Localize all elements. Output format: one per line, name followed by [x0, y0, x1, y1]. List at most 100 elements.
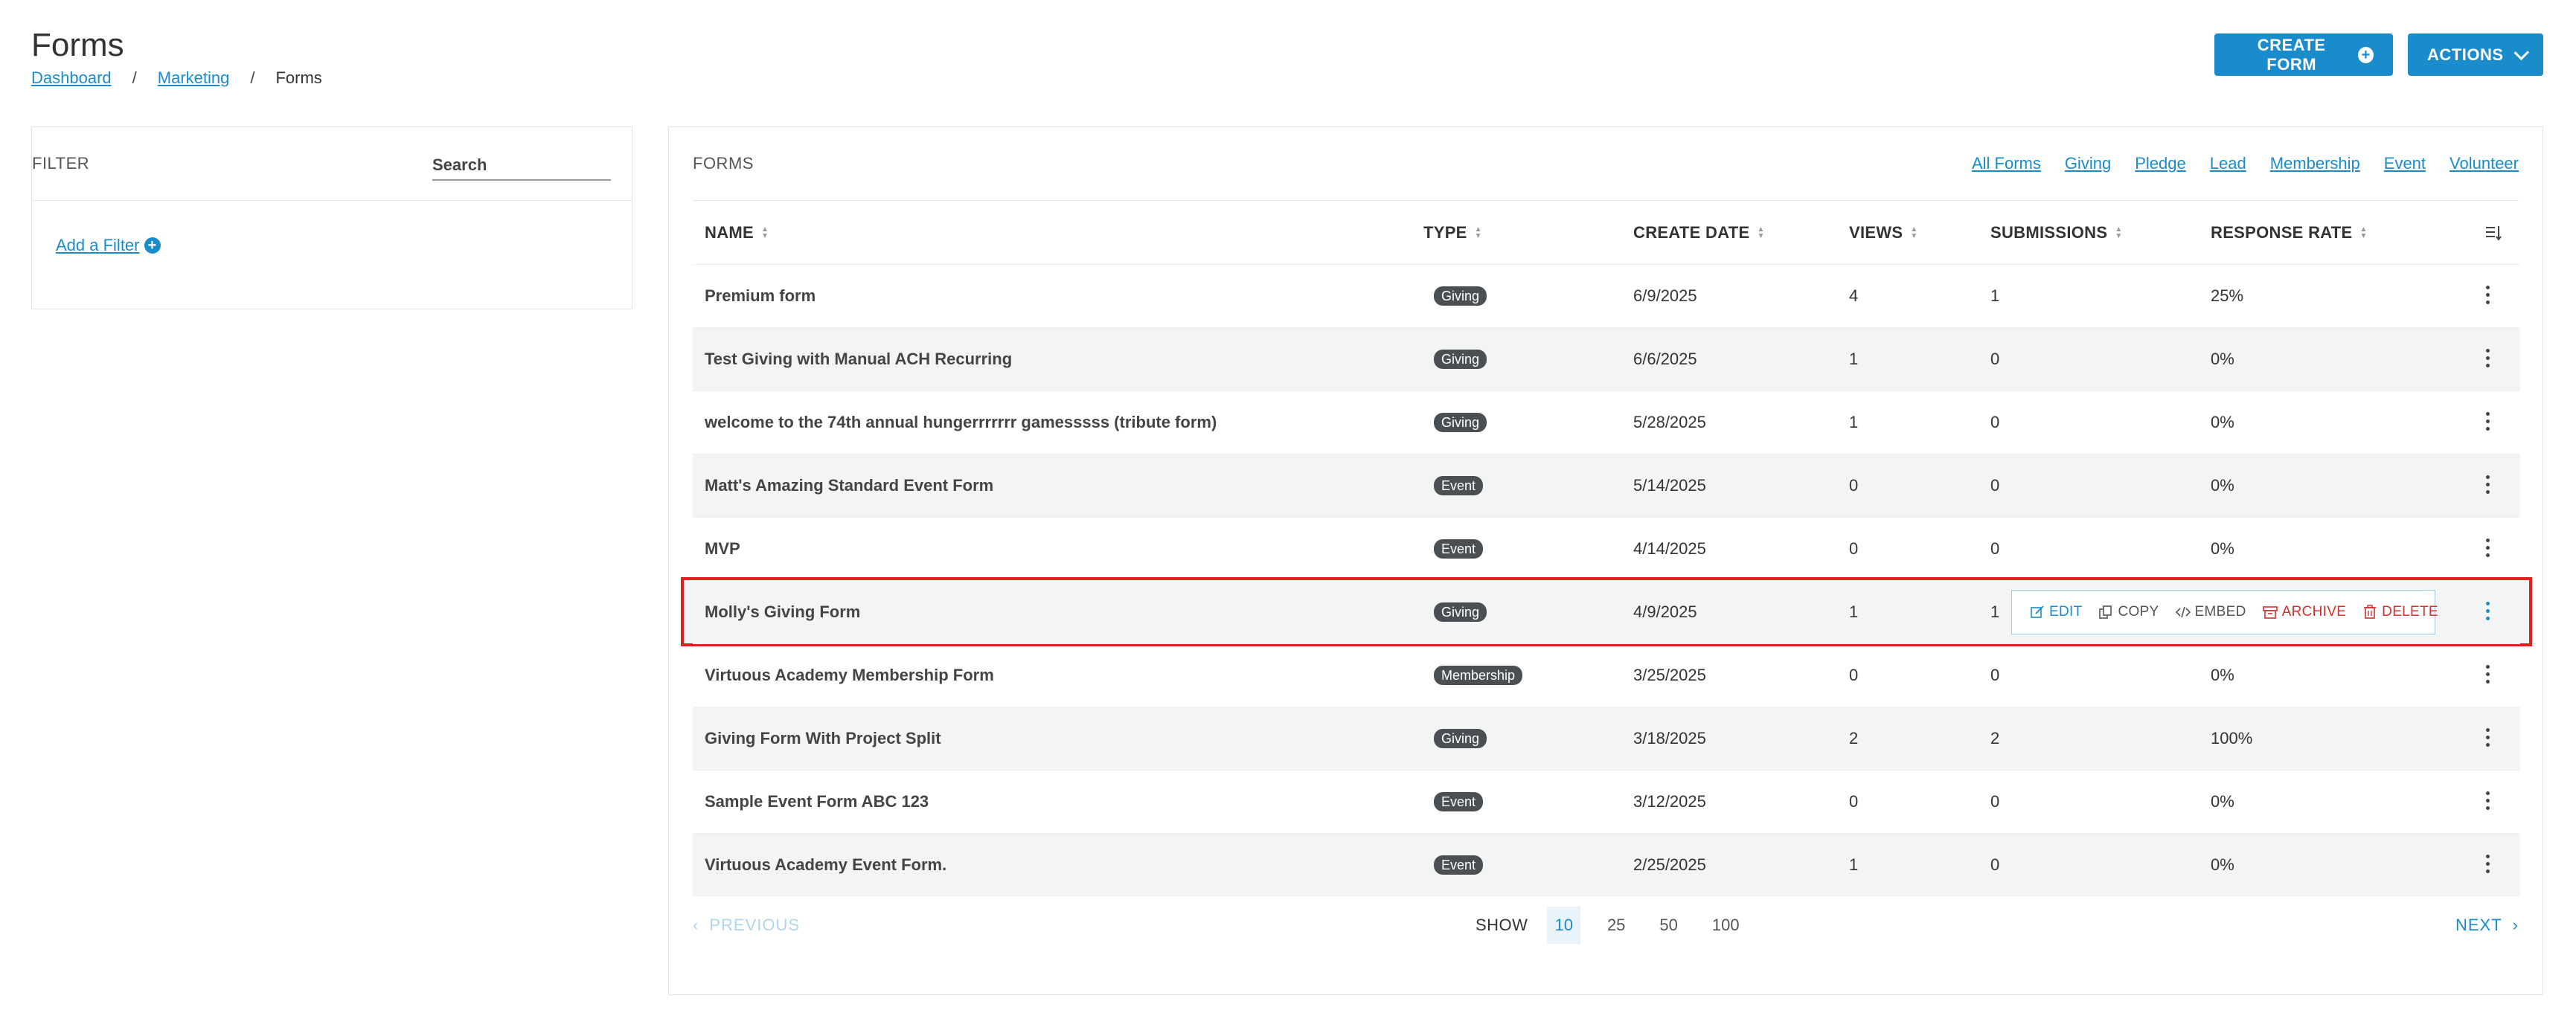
more-options-icon[interactable] [2486, 349, 2490, 367]
form-name[interactable]: MVP [705, 518, 740, 580]
form-type: Event [1434, 834, 1484, 896]
sort-icon: ▲ ▼ [1474, 225, 1482, 240]
table-row[interactable]: Giving Form With Project Split Giving 3/18… [693, 707, 2520, 770]
table-row[interactable]: Virtuous Academy Membership Form Membersh… [693, 643, 2520, 707]
type-filter-giving[interactable]: Giving [2065, 154, 2111, 173]
form-type: Giving [1434, 707, 1487, 770]
more-options-icon[interactable] [2486, 412, 2490, 431]
table-row[interactable]: MVP Event 4/14/2025 0 0 0% [693, 517, 2520, 580]
form-type: Event [1434, 771, 1484, 833]
type-filter-pledge[interactable]: Pledge [2135, 154, 2186, 173]
create-form-label: CREATE FORM [2257, 35, 2326, 74]
page-size-25[interactable]: 25 [1600, 907, 1633, 944]
actions-button[interactable]: ACTIONS [2408, 33, 2543, 76]
more-options-icon[interactable] [2486, 286, 2490, 304]
form-name[interactable]: Matt's Amazing Standard Event Form [705, 454, 993, 517]
type-filter-volunteer[interactable]: Volunteer [2450, 154, 2519, 173]
page-size-10[interactable]: 10 [1547, 907, 1580, 944]
table-row[interactable]: Molly's Giving Form Giving 4/9/2025 1 1 EDIT C… [681, 577, 2532, 646]
column-header-create-date[interactable]: CREATE DATE ▲ ▼ [1633, 223, 1765, 242]
previous-button[interactable]: ‹ PREVIOUS [693, 916, 800, 935]
form-name[interactable]: welcome to the 74th annual hungerrrrrrr … [705, 391, 1217, 454]
create-date: 5/28/2025 [1633, 413, 1706, 431]
submissions-count: 0 [1990, 413, 2000, 431]
response-rate: 25% [2211, 286, 2244, 305]
form-name[interactable]: Molly's Giving Form [705, 581, 860, 643]
views-count: 1 [1849, 413, 1859, 431]
breadcrumb-dashboard[interactable]: Dashboard [31, 68, 112, 88]
table-row[interactable]: Matt's Amazing Standard Event Form Event 5… [693, 454, 2520, 517]
archive-action-button[interactable]: ARCHIVE [2262, 604, 2347, 620]
column-settings-icon[interactable] [2484, 224, 2502, 242]
create-date: 4/14/2025 [1633, 539, 1706, 558]
sort-icon: ▲ ▼ [1757, 225, 1765, 240]
response-rate: 0% [2211, 792, 2234, 811]
type-badge: Giving [1434, 729, 1487, 748]
copy-icon [2098, 605, 2113, 620]
filter-panel: FILTER Add a Filter + [31, 126, 632, 309]
type-badge: Event [1434, 476, 1484, 495]
column-header-response-rate[interactable]: RESPONSE RATE ▲ ▼ [2211, 223, 2368, 242]
next-button[interactable]: NEXT › [2455, 916, 2519, 935]
table-row[interactable]: welcome to the 74th annual hungerrrrrrr … [693, 390, 2520, 454]
trash-icon [2362, 605, 2377, 620]
table-row[interactable]: Sample Event Form ABC 123 Event 3/12/2025 0… [693, 770, 2520, 833]
page-size-50[interactable]: 50 [1652, 907, 1685, 944]
type-badge: Giving [1434, 602, 1487, 622]
divider [32, 200, 632, 201]
response-rate: 0% [2211, 476, 2234, 495]
more-options-icon[interactable] [2486, 728, 2490, 747]
more-options-icon[interactable] [2486, 538, 2490, 557]
action-label: COPY [2118, 604, 2159, 620]
form-name[interactable]: Virtuous Academy Event Form. [705, 834, 946, 896]
submissions-count: 1 [1990, 286, 2000, 305]
views-count: 1 [1849, 350, 1859, 368]
breadcrumb: Dashboard / Marketing / Forms [31, 68, 322, 88]
type-filter-lead[interactable]: Lead [2210, 154, 2246, 173]
copy-action-button[interactable]: COPY [2098, 604, 2159, 620]
type-filter-event[interactable]: Event [2384, 154, 2426, 173]
breadcrumb-marketing[interactable]: Marketing [158, 68, 230, 88]
submissions-count: 0 [1990, 792, 2000, 811]
response-rate: 0% [2211, 666, 2234, 684]
column-header-views[interactable]: VIEWS ▲ ▼ [1849, 223, 1918, 242]
more-options-icon[interactable] [2486, 602, 2490, 620]
column-header-type[interactable]: TYPE ▲ ▼ [1423, 223, 1482, 242]
table-row[interactable]: Premium form Giving 6/9/2025 4 1 25% [693, 264, 2520, 327]
action-label: DELETE [2382, 604, 2438, 620]
form-name[interactable]: Test Giving with Manual ACH Recurring [705, 328, 1012, 390]
row-action-menu: EDIT COPY EMBED ARCHIVE DELETE [2011, 590, 2438, 634]
response-rate: 100% [2211, 729, 2253, 747]
delete-action-button[interactable]: DELETE [2362, 604, 2438, 620]
divider [693, 200, 2519, 201]
more-options-icon[interactable] [2486, 855, 2490, 873]
edit-action-button[interactable]: EDIT [2030, 604, 2082, 620]
add-filter-link[interactable]: Add a Filter + [56, 236, 161, 255]
submissions-count: 1 [1990, 602, 2000, 621]
response-rate: 0% [2211, 855, 2234, 874]
table-row[interactable]: Virtuous Academy Event Form. Event 2/25/20… [693, 833, 2520, 896]
form-name[interactable]: Virtuous Academy Membership Form [705, 644, 994, 707]
embed-action-button[interactable]: EMBED [2175, 604, 2246, 620]
type-filter-membership[interactable]: Membership [2270, 154, 2360, 173]
sort-icon: ▲ ▼ [1910, 225, 1918, 240]
form-name[interactable]: Premium form [705, 265, 816, 327]
table-row[interactable]: Test Giving with Manual ACH Recurring Giv… [693, 327, 2520, 390]
column-header-submissions[interactable]: SUBMISSIONS ▲ ▼ [1990, 223, 2123, 242]
more-options-icon[interactable] [2486, 665, 2490, 684]
form-name[interactable]: Sample Event Form ABC 123 [705, 771, 929, 833]
more-options-icon[interactable] [2486, 475, 2490, 494]
column-header-name[interactable]: NAME ▲ ▼ [705, 223, 769, 242]
page-size-100[interactable]: 100 [1705, 907, 1747, 944]
search-input[interactable] [432, 151, 611, 181]
submissions-count: 2 [1990, 729, 2000, 747]
more-options-icon[interactable] [2486, 791, 2490, 810]
create-form-button[interactable]: CREATE FORM + [2214, 33, 2393, 76]
type-filter-all[interactable]: All Forms [1972, 154, 2041, 173]
action-label: EDIT [2049, 604, 2083, 620]
form-name[interactable]: Giving Form With Project Split [705, 707, 941, 770]
create-date: 3/18/2025 [1633, 729, 1706, 747]
create-date: 4/9/2025 [1633, 602, 1697, 621]
breadcrumb-separator: / [250, 68, 255, 87]
forms-label: FORMS [693, 154, 754, 173]
